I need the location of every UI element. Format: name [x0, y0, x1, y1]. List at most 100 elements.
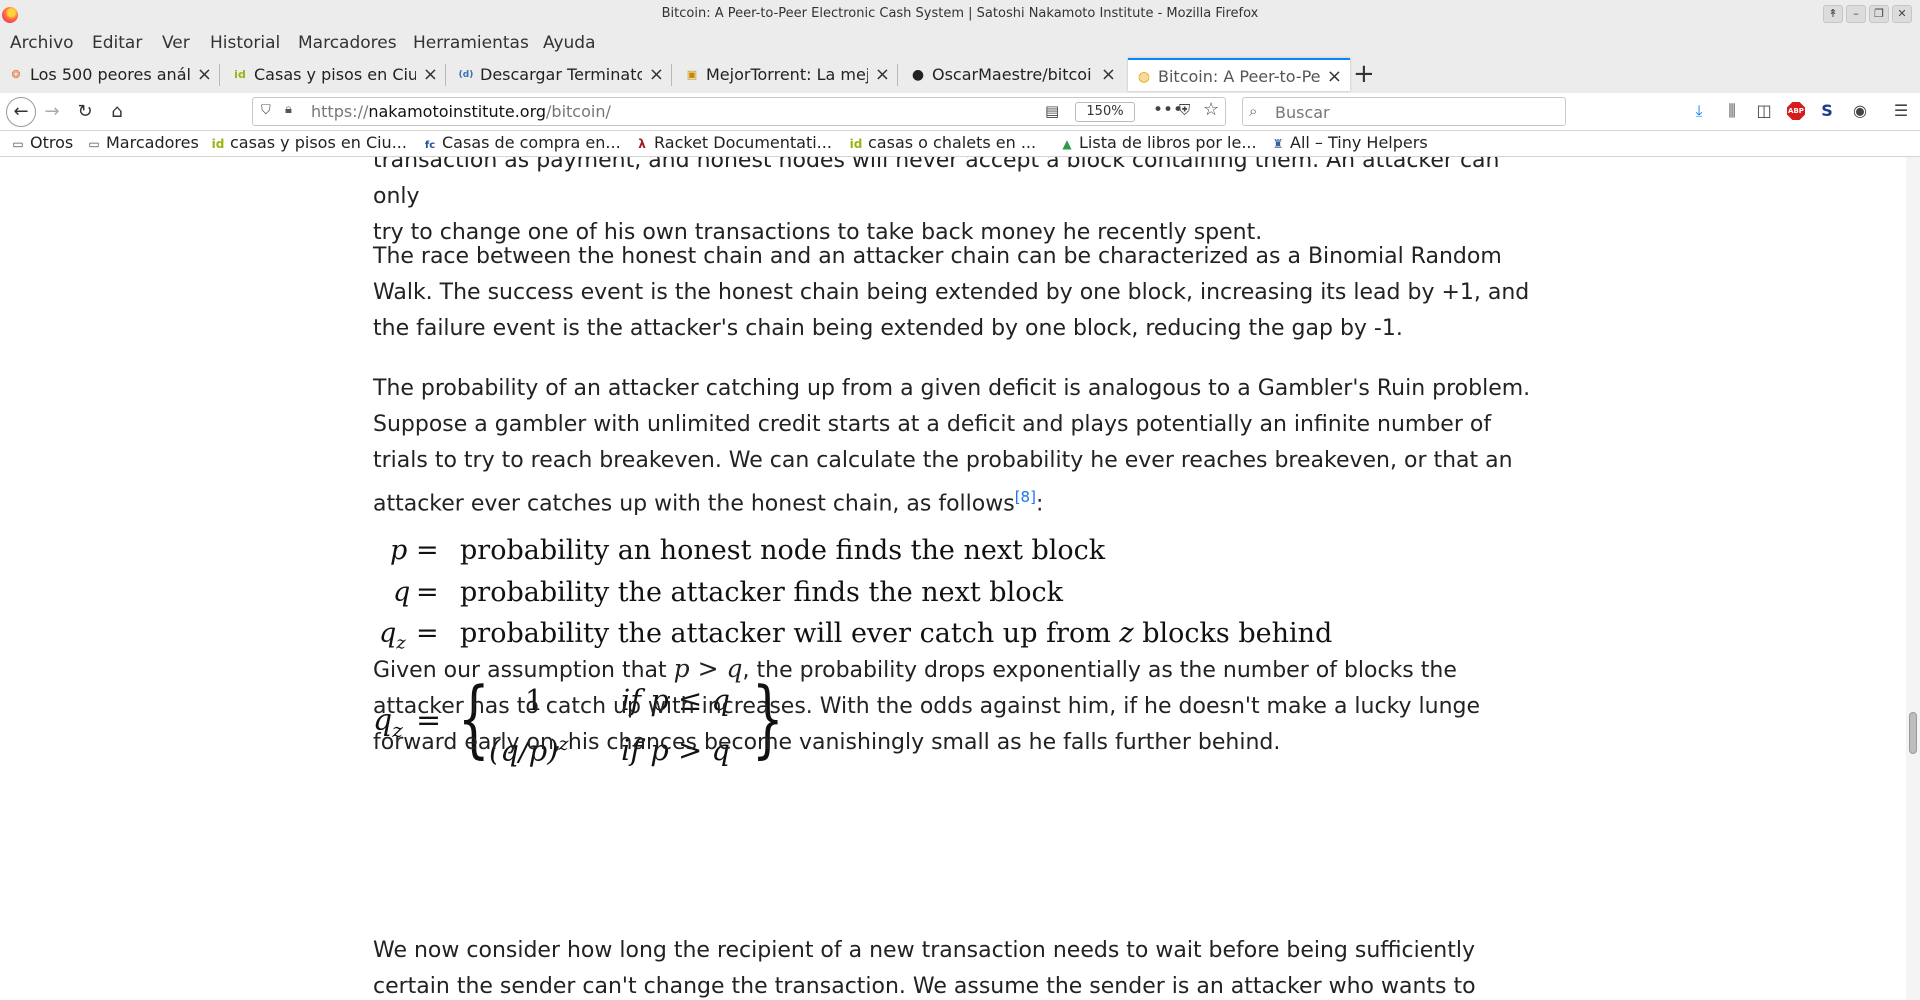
paragraph-recipient-wait: We now consider how long the recipient o…	[373, 938, 1476, 999]
math-symbol-base: q	[379, 618, 397, 649]
paragraph-double-spend-tail: transaction as payment, and honest nodes…	[373, 157, 1533, 251]
bookmark-tiny-helpers[interactable]: ♜ All – Tiny Helpers	[1270, 133, 1428, 152]
navigation-toolbar: ← → ↻ ⌂ ⛉ 🔒︎ https://nakamotoinstitute.o…	[0, 93, 1920, 131]
extension-s-icon[interactable]: S	[1816, 101, 1838, 120]
back-button[interactable]: ←	[6, 97, 36, 127]
tiny-helpers-icon: ♜	[1272, 137, 1284, 151]
bookmark-lista-libros[interactable]: ▲ Lista de libros por le...	[1059, 133, 1257, 152]
tab-peores-analisis[interactable]: ❂ Los 500 peores anál ×	[0, 58, 220, 91]
window-shade-button[interactable]: ↟	[1823, 5, 1843, 23]
torrent-site-icon: (d)	[458, 70, 474, 80]
search-placeholder: Buscar	[1275, 103, 1330, 122]
bookmark-star-icon[interactable]: ☆	[1203, 99, 1219, 120]
menu-archivo[interactable]: Archivo	[10, 33, 74, 53]
account-icon[interactable]: ◉	[1849, 101, 1871, 120]
google-drive-icon: ▲	[1062, 137, 1072, 151]
adblock-plus-icon[interactable]: ABP	[1787, 102, 1805, 120]
bookmark-label: casas y pisos en Ciu...	[230, 133, 407, 152]
menu-historial[interactable]: Historial	[210, 33, 280, 53]
reload-button[interactable]: ↻	[73, 100, 97, 124]
tab-close-icon[interactable]: ×	[423, 64, 438, 85]
search-icon: ⌕	[1249, 102, 1258, 120]
idealista-icon: id	[234, 68, 246, 81]
bitcoin-icon: ◍	[1137, 69, 1151, 85]
tab-bitcoin-whitepaper[interactable]: ◍ Bitcoin: A Peer-to-Pe ×	[1128, 58, 1350, 91]
tab-mejortorrent[interactable]: ▣ MejorTorrent: La mej ×	[676, 58, 898, 91]
tab-title: OscarMaestre/bitcoi	[932, 65, 1092, 84]
github-icon: ●	[911, 67, 925, 83]
math-equals: =	[416, 577, 439, 608]
definition-text-part: probability the attacker will ever catch…	[460, 618, 1120, 649]
bookmark-label: All – Tiny Helpers	[1290, 133, 1428, 152]
tab-close-icon[interactable]: ×	[197, 64, 212, 85]
menu-editar[interactable]: Editar	[92, 33, 142, 53]
url-scheme: https://	[311, 102, 369, 121]
tab-close-icon[interactable]: ×	[1101, 64, 1116, 85]
tab-title: Los 500 peores anál	[30, 65, 190, 84]
paragraph-exponential-drop: Given our assumption that p > q, the pro…	[373, 651, 1533, 761]
bookmark-label: Lista de libros por le...	[1079, 133, 1257, 152]
flame-icon: ❂	[11, 68, 21, 81]
sidebar-icon[interactable]: ◫	[1753, 101, 1775, 120]
url-bar[interactable]: ⛉ 🔒︎ https://nakamotoinstitute.org/bitco…	[252, 97, 1226, 126]
bookmark-casas-compra[interactable]: fc Casas de compra en...	[422, 133, 621, 152]
reader-view-icon[interactable]: ▤	[1045, 102, 1059, 120]
tab-close-icon[interactable]: ×	[1327, 66, 1342, 87]
bookmark-label: Otros	[30, 133, 74, 152]
math-variable: z	[1119, 618, 1134, 649]
scrollbar-thumb[interactable]	[1909, 712, 1917, 754]
menu-ver[interactable]: Ver	[162, 33, 190, 53]
definition-q: q = probability the attacker finds the n…	[373, 577, 1173, 617]
paragraph-text: Given our assumption that	[373, 658, 674, 683]
tab-separator	[445, 64, 446, 86]
idealista-icon: id	[849, 137, 863, 151]
bookmark-casas-chalets[interactable]: id casas o chalets en ...	[848, 133, 1036, 152]
page-scrollbar[interactable]	[1906, 157, 1920, 1000]
home-button[interactable]: ⌂	[105, 100, 129, 124]
window-controls: ↟ – ❐ ✕	[1823, 5, 1912, 23]
tab-title: Descargar Terminato	[480, 65, 642, 84]
bookmark-racket-docs[interactable]: λ Racket Documentati...	[634, 133, 832, 152]
definition-text: probability the attacker will ever catch…	[460, 618, 1332, 649]
bookmark-folder-marcadores[interactable]: ▭ Marcadores	[86, 133, 198, 152]
definition-p: p = probability an honest node finds the…	[373, 535, 1173, 575]
tab-title: Casas y pisos en Ciu	[254, 65, 416, 84]
tab-github-oscarmaestre[interactable]: ● OscarMaestre/bitcoi ×	[902, 58, 1124, 91]
paragraph-text: :	[1035, 491, 1044, 517]
tab-close-icon[interactable]: ×	[875, 64, 890, 85]
math-symbol: qz	[379, 618, 406, 653]
menu-marcadores[interactable]: Marcadores	[298, 33, 397, 53]
downloads-icon[interactable]: ⤓	[1688, 101, 1710, 121]
tab-descargar-terminator[interactable]: (d) Descargar Terminato ×	[450, 58, 672, 91]
zoom-level-button[interactable]: 150%	[1075, 102, 1135, 122]
math-symbol: p	[390, 535, 408, 566]
library-icon[interactable]: ⫼	[1721, 101, 1743, 121]
tab-close-icon[interactable]: ×	[649, 64, 664, 85]
bookmark-label: Racket Documentati...	[654, 133, 832, 152]
search-bar[interactable]: ⌕ Buscar	[1242, 97, 1566, 126]
tab-casas-pisos[interactable]: id Casas y pisos en Ciu ×	[224, 58, 446, 91]
window-close-button[interactable]: ✕	[1892, 5, 1912, 23]
url-text[interactable]: https://nakamotoinstitute.org/bitcoin/	[311, 102, 611, 121]
bookmark-casas-pisos[interactable]: id casas y pisos en Ciu...	[210, 133, 407, 152]
menu-herramientas[interactable]: Herramientas	[413, 33, 529, 53]
fotocasa-icon: fc	[424, 140, 436, 151]
menu-ayuda[interactable]: Ayuda	[543, 33, 596, 53]
window-minimize-button[interactable]: –	[1846, 5, 1866, 23]
idealista-icon: id	[211, 137, 225, 151]
reference-8-link[interactable]: [8]	[1015, 488, 1036, 506]
bookmark-folder-otros[interactable]: ▭ Otros	[10, 133, 73, 152]
paragraph-line: transaction as payment, and honest nodes…	[373, 157, 1500, 209]
tracking-protection-icon[interactable]: ⛉	[261, 103, 271, 118]
window-title: Bitcoin: A Peer-to-Peer Electronic Cash …	[661, 6, 1259, 21]
window-maximize-button[interactable]: ❐	[1869, 5, 1889, 23]
forward-button[interactable]: →	[40, 100, 64, 124]
new-tab-button[interactable]: +	[1353, 59, 1375, 89]
url-path: /bitcoin/	[546, 102, 611, 121]
mejortorrent-icon: ▣	[686, 68, 698, 81]
folder-icon: ▭	[12, 137, 24, 151]
definition-text: probability the attacker finds the next …	[460, 577, 1063, 608]
lock-icon[interactable]: 🔒︎	[285, 102, 292, 117]
hamburger-menu-icon[interactable]: ☰	[1890, 101, 1912, 120]
pocket-icon[interactable]: ⛨	[1179, 101, 1190, 119]
